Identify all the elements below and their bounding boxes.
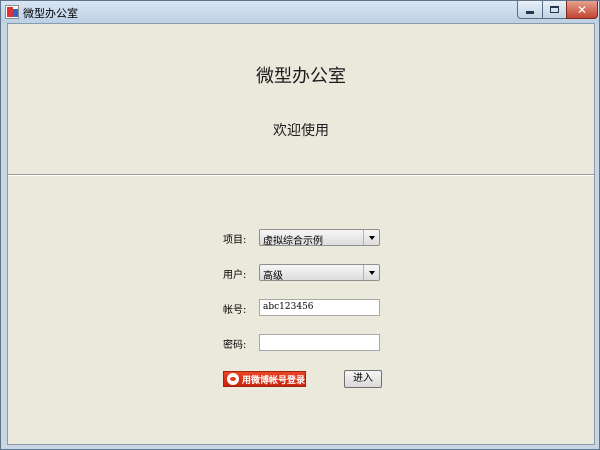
chevron-down-icon — [368, 270, 375, 275]
banner: 微型办公室 欢迎使用 — [8, 24, 594, 174]
weibo-login-label: 用微博帐号登录 — [241, 375, 305, 386]
window-title: 微型办公室 — [23, 7, 78, 20]
title-bar[interactable]: 微型办公室 ✕ — [1, 1, 599, 23]
welcome-text: 欢迎使用 — [273, 123, 329, 139]
project-select[interactable]: 虚拟综合示例 — [259, 229, 380, 247]
weibo-login-button[interactable]: 用微博帐号登录 — [223, 371, 306, 387]
user-label: 用户: — [223, 270, 247, 281]
minimize-button[interactable] — [517, 1, 543, 19]
project-label: 项目: — [223, 235, 247, 246]
maximize-icon — [550, 6, 559, 13]
password-label: 密码: — [223, 340, 247, 351]
user-select[interactable]: 高级 — [259, 264, 380, 282]
chevron-down-icon — [368, 235, 375, 240]
user-dropdown-button[interactable] — [363, 265, 379, 280]
client-area: 微型办公室 欢迎使用 项目: 虚拟综合示例 用户: 高级 帐号: abc1234… — [7, 23, 595, 445]
close-icon: ✕ — [576, 2, 588, 17]
user-value: 高级 — [263, 271, 283, 282]
app-title: 微型办公室 — [256, 66, 346, 87]
account-field[interactable]: abc123456 — [259, 299, 380, 316]
separator — [8, 174, 594, 176]
project-dropdown-button[interactable] — [363, 230, 379, 245]
app-icon — [5, 5, 19, 19]
password-field[interactable] — [259, 334, 380, 351]
weibo-icon — [227, 373, 239, 385]
close-button[interactable]: ✕ — [566, 1, 598, 19]
account-label: 帐号: — [223, 305, 247, 316]
project-value: 虚拟综合示例 — [263, 236, 323, 247]
account-value: abc123456 — [263, 302, 314, 312]
app-window: 微型办公室 ✕ 微型办公室 欢迎使用 项目: 虚拟综合示例 用户: 高级 帐号:… — [0, 0, 600, 450]
minimize-icon — [526, 10, 534, 14]
maximize-button[interactable] — [542, 1, 567, 19]
enter-button[interactable]: 进入 — [344, 370, 382, 388]
